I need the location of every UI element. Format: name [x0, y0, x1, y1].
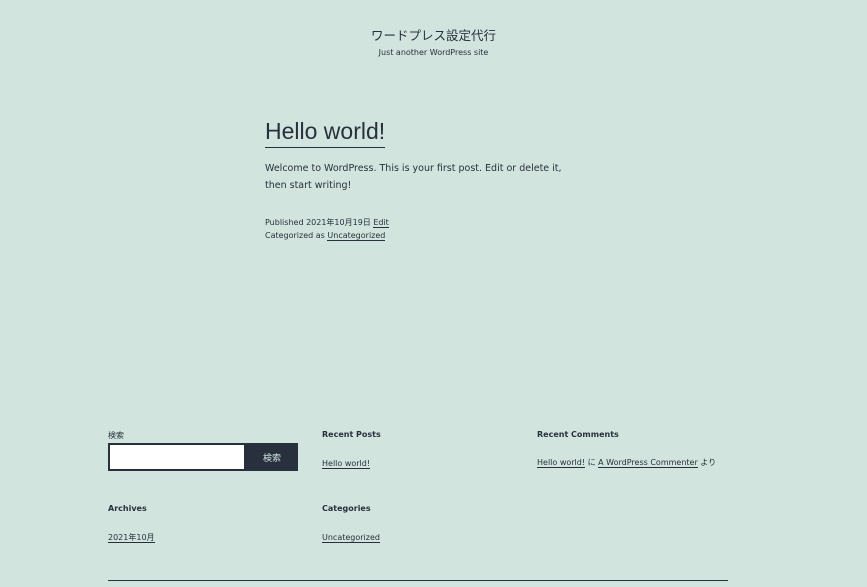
edit-link[interactable]: Edit	[373, 218, 389, 228]
post: Hello world! Welcome to WordPress. This …	[265, 115, 575, 242]
post-title-link[interactable]: Hello world!	[265, 115, 386, 148]
comment-ni: に	[587, 458, 596, 467]
site-header: ワードプレス設定代行 Just another WordPress site	[0, 25, 867, 59]
published-prefix: Published	[265, 218, 304, 227]
post-meta: Published 2021年10月19日 Edit Categorized a…	[265, 216, 575, 242]
comment-author-link[interactable]: A WordPress Commenter	[598, 458, 698, 468]
comment-yori: より	[700, 458, 717, 467]
search-label: 検索	[108, 431, 124, 440]
archive-item: 2021年10月	[108, 532, 155, 544]
search-form: 検索	[108, 443, 298, 471]
post-content: Welcome to WordPress. This is your first…	[265, 163, 562, 191]
site-title-link[interactable]: ワードプレス設定代行	[371, 28, 496, 44]
recent-comment-item: Hello world! に A WordPress Commenter より	[537, 457, 716, 469]
category-link[interactable]: Uncategorized	[322, 533, 380, 543]
post-published-line: Published 2021年10月19日 Edit	[265, 216, 575, 229]
post-category-line: Categorized as Uncategorized	[265, 229, 575, 242]
footer-divider	[108, 580, 728, 581]
category-item: Uncategorized	[322, 532, 380, 544]
recent-post-item: Hello world!	[322, 458, 371, 470]
search-button[interactable]: 検索	[246, 443, 298, 471]
site-tagline: Just another WordPress site	[378, 48, 489, 57]
search-input[interactable]	[108, 443, 246, 471]
comment-post-link[interactable]: Hello world!	[537, 458, 586, 468]
published-date: 2021年10月19日	[306, 218, 371, 227]
post-category-link[interactable]: Uncategorized	[327, 231, 386, 241]
recent-comments-title: Recent Comments	[537, 430, 619, 439]
archive-link[interactable]: 2021年10月	[108, 533, 155, 543]
categories-title: Categories	[322, 504, 371, 513]
recent-post-link[interactable]: Hello world!	[322, 459, 371, 469]
categorized-prefix: Categorized as	[265, 231, 325, 240]
recent-posts-title: Recent Posts	[322, 430, 381, 439]
archives-title: Archives	[108, 504, 147, 513]
